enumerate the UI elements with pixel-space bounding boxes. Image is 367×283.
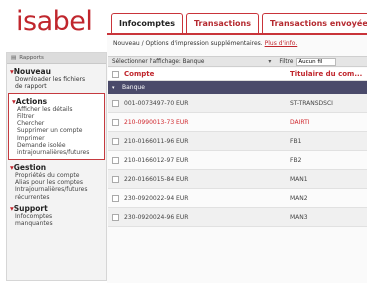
chevron-down-icon[interactable]: ▾ <box>268 58 271 65</box>
table-row[interactable]: 230-0920024-96 EUR MAN3 <box>108 208 367 227</box>
accounts-table: Compte Titulaire du com... ▾ Banque 001-… <box>108 68 367 227</box>
sidebar-item-download[interactable]: Downloader les fichiers <box>7 76 106 83</box>
sidebar-top-bar[interactable]: ▤ Rapports <box>7 53 106 64</box>
expand-icon[interactable]: ▾ <box>112 85 115 91</box>
tab-transactions[interactable]: Transactions <box>185 13 260 33</box>
sidebar-item-download-cont[interactable]: de rapport <box>7 83 106 90</box>
breadcrumb: Nouveau / Options d'impression supplémen… <box>113 40 298 47</box>
table-row[interactable]: 230-0920022-94 EUR MAN2 <box>108 189 367 208</box>
tab-infocomptes[interactable]: Infocomptes <box>111 13 183 33</box>
tab-bar: Infocomptes Transactions Transactions en… <box>111 13 367 33</box>
row-checkbox[interactable] <box>112 194 119 202</box>
sidebar: ▤ Rapports ▾Nouveau Downloader les fichi… <box>6 52 107 281</box>
table-row[interactable]: 210-0990013-73 EUR DAIRTI <box>108 113 367 132</box>
row-checkbox[interactable] <box>112 99 119 107</box>
select-all-checkbox[interactable] <box>112 70 119 78</box>
sidebar-item-isolated-request[interactable]: Demande isolée <box>9 142 104 149</box>
group-row-banque[interactable]: ▾ Banque <box>108 81 367 94</box>
table-row[interactable]: 210-0166012-97 EUR FB2 <box>108 151 367 170</box>
sidebar-item-filter[interactable]: Filtrer <box>9 113 104 120</box>
more-info-link[interactable]: Plus d'info. <box>265 40 298 47</box>
row-checkbox[interactable] <box>112 213 119 221</box>
sidebar-item-details[interactable]: Afficher les détails <box>9 106 104 113</box>
filter-label: Filtre <box>279 58 294 65</box>
sidebar-item-delete-account[interactable]: Supprimer un compte <box>9 127 104 134</box>
actions-panel: ▾Actions Afficher les détails Filtrer Ch… <box>8 92 105 160</box>
sidebar-top-label: Rapports <box>19 55 44 61</box>
tab-sent-transactions[interactable]: Transactions envoyées <box>262 13 367 33</box>
sidebar-item-missing-cont[interactable]: manquantes <box>7 220 106 227</box>
main-panel: Nouveau / Options d'impression supplémen… <box>107 33 367 283</box>
filter-bar: Sélectionner l'affichage: Banque ▾ Filtr… <box>108 56 367 67</box>
sidebar-item-recurring-cont[interactable]: récurrentes <box>7 194 106 201</box>
section-nouveau: ▾Nouveau <box>10 67 51 76</box>
row-checkbox[interactable] <box>112 156 119 164</box>
sidebar-item-account-properties[interactable]: Propriétés du compte <box>7 172 106 179</box>
reports-icon: ▤ <box>11 55 17 61</box>
section-support: ▾Support <box>10 203 48 213</box>
row-checkbox[interactable] <box>112 118 119 126</box>
isabel-logo: isabel <box>16 6 93 37</box>
filter-input[interactable] <box>296 57 337 66</box>
header-compte[interactable]: Compte <box>124 70 290 78</box>
sidebar-item-print[interactable]: Imprimer <box>9 135 104 142</box>
view-selector-label[interactable]: Sélectionner l'affichage: Banque <box>112 59 204 65</box>
row-checkbox[interactable] <box>112 175 119 183</box>
section-gestion: ▾Gestion <box>10 162 47 172</box>
table-row[interactable]: 001-0073497-70 EUR ST-TRANSDSCI <box>108 94 367 113</box>
table-header: Compte Titulaire du com... <box>108 68 367 81</box>
header-titulaire[interactable]: Titulaire du com... <box>290 70 362 78</box>
row-checkbox[interactable] <box>112 137 119 145</box>
sidebar-item-isolated-request-cont[interactable]: intrajournalières/futures <box>9 149 104 156</box>
table-row[interactable]: 220-0166015-84 EUR MAN1 <box>108 170 367 189</box>
sidebar-item-recurring[interactable]: Intrajournalières/futures <box>7 186 106 193</box>
section-actions: ▾Actions <box>12 96 48 106</box>
sidebar-item-alias[interactable]: Alias pour les comptes <box>7 179 106 186</box>
sidebar-item-search[interactable]: Chercher <box>9 120 104 127</box>
table-row[interactable]: 210-0166011-96 EUR FB1 <box>108 132 367 151</box>
sidebar-item-missing[interactable]: Infocomptes <box>7 213 106 220</box>
table-body: 001-0073497-70 EUR ST-TRANSDSCI 210-09900… <box>108 94 367 227</box>
